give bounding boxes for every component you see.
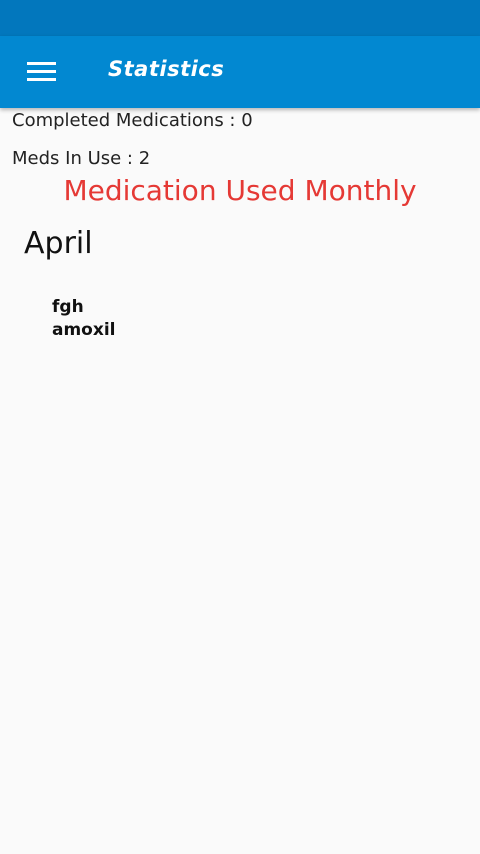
meds-in-use-stat: Meds In Use : 2 (12, 148, 151, 169)
app-bar: Statistics (0, 36, 480, 108)
section-title: Medication Used Monthly (63, 174, 417, 207)
medication-item: amoxil (52, 320, 116, 340)
month-heading: April (24, 226, 93, 261)
medication-list: fgh amoxil (52, 296, 115, 342)
status-bar (0, 0, 480, 36)
menu-button[interactable] (20, 52, 64, 92)
page-title: Statistics (108, 57, 225, 81)
medication-item: fgh (52, 297, 84, 317)
completed-medications-stat: Completed Medications : 0 (12, 110, 253, 131)
